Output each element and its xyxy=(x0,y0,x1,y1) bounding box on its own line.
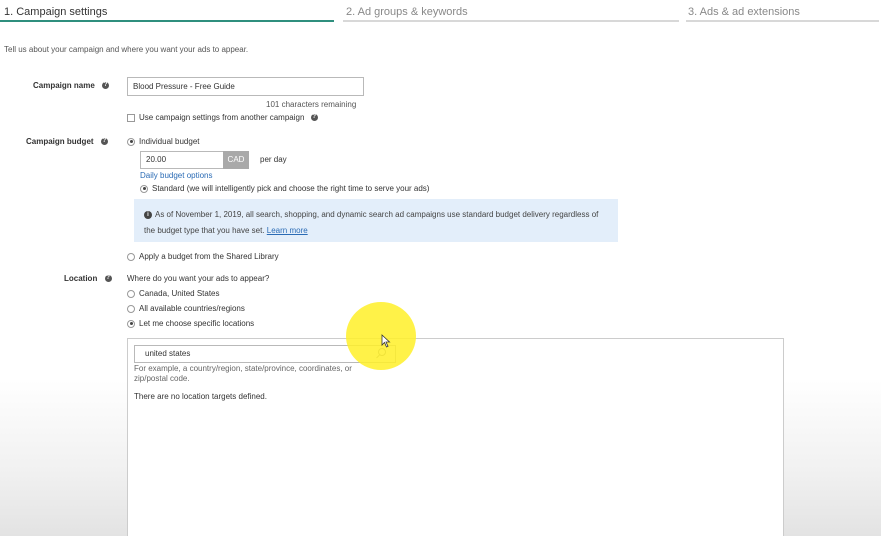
standard-delivery-option[interactable]: Standard (we will intelligently pick and… xyxy=(140,184,429,193)
intro-text: Tell us about your campaign and where yo… xyxy=(4,45,249,54)
location-question: Where do you want your ads to appear? xyxy=(127,274,270,283)
step-progress-bar xyxy=(686,20,879,22)
use-settings-checkbox[interactable] xyxy=(127,113,135,122)
step-progress-bar xyxy=(343,20,679,22)
info-icon: i xyxy=(144,210,152,219)
help-icon[interactable]: ? xyxy=(104,275,112,283)
location-radio[interactable] xyxy=(127,289,135,298)
budget-amount-input[interactable]: 20.00 xyxy=(140,151,224,169)
step-ad-groups[interactable]: 2. Ad groups & keywords xyxy=(343,6,679,22)
location-option-label: Let me choose specific locations xyxy=(139,319,255,328)
step-campaign-settings[interactable]: 1. Campaign settings xyxy=(0,6,334,22)
location-radio[interactable] xyxy=(127,304,135,313)
step-label: 2. Ad groups & keywords xyxy=(346,6,468,18)
location-label-text: Location xyxy=(64,274,98,283)
campaign-name-label: Campaign name ? xyxy=(33,81,110,90)
learn-more-link[interactable]: Learn more xyxy=(267,226,308,235)
standard-delivery-label: Standard (we will intelligently pick and… xyxy=(152,184,430,193)
campaign-name-label-text: Campaign name xyxy=(33,81,95,90)
individual-budget-option[interactable]: Individual budget xyxy=(127,137,200,146)
help-icon[interactable]: ? xyxy=(102,82,110,90)
campaign-budget-label-text: Campaign budget xyxy=(26,137,94,146)
wizard-steps: 1. Campaign settings 2. Ad groups & keyw… xyxy=(0,0,881,22)
help-icon[interactable]: ? xyxy=(100,138,108,146)
currency-badge: CAD xyxy=(223,151,249,169)
notice-text: As of November 1, 2019, all search, shop… xyxy=(144,210,599,235)
location-hint-line1: For example, a country/region, state/pro… xyxy=(134,364,352,373)
location-option-label: All available countries/regions xyxy=(139,304,245,313)
shared-budget-label: Apply a budget from the Shared Library xyxy=(139,252,279,261)
step-ads-extensions[interactable]: 3. Ads & ad extensions xyxy=(686,6,879,22)
characters-remaining: 101 characters remaining xyxy=(266,100,357,109)
step-label: 3. Ads & ad extensions xyxy=(688,6,800,18)
location-option-canada-us[interactable]: Canada, United States xyxy=(127,289,220,298)
shared-budget-radio[interactable] xyxy=(127,252,135,261)
use-settings-label: Use campaign settings from another campa… xyxy=(139,113,305,122)
location-option-all[interactable]: All available countries/regions xyxy=(127,304,245,313)
location-hint-line2: zip/postal code. xyxy=(134,374,190,383)
location-option-specific[interactable]: Let me choose specific locations xyxy=(127,319,254,328)
shared-budget-option[interactable]: Apply a budget from the Shared Library xyxy=(127,252,279,261)
daily-budget-options-link[interactable]: Daily budget options xyxy=(140,171,213,180)
step-progress-bar xyxy=(0,20,334,22)
budget-delivery-notice: i As of November 1, 2019, all search, sho… xyxy=(134,199,618,242)
campaign-name-input[interactable]: Blood Pressure - Free Guide xyxy=(127,77,364,96)
individual-budget-radio[interactable] xyxy=(127,137,135,146)
per-day-label: per day xyxy=(260,155,287,164)
individual-budget-label: Individual budget xyxy=(139,137,200,146)
campaign-budget-label: Campaign budget ? xyxy=(26,137,108,146)
help-icon[interactable]: ? xyxy=(310,114,318,122)
use-settings-option[interactable]: Use campaign settings from another campa… xyxy=(127,113,318,122)
standard-delivery-radio[interactable] xyxy=(140,184,148,193)
no-location-targets-text: There are no location targets defined. xyxy=(134,392,267,401)
location-option-label: Canada, United States xyxy=(139,289,220,298)
location-targeting-panel: united states For example, a country/reg… xyxy=(127,338,784,536)
mouse-pointer-icon xyxy=(381,334,391,348)
step-label: 1. Campaign settings xyxy=(4,6,108,18)
location-label: Location ? xyxy=(64,274,112,283)
location-radio[interactable] xyxy=(127,319,135,328)
